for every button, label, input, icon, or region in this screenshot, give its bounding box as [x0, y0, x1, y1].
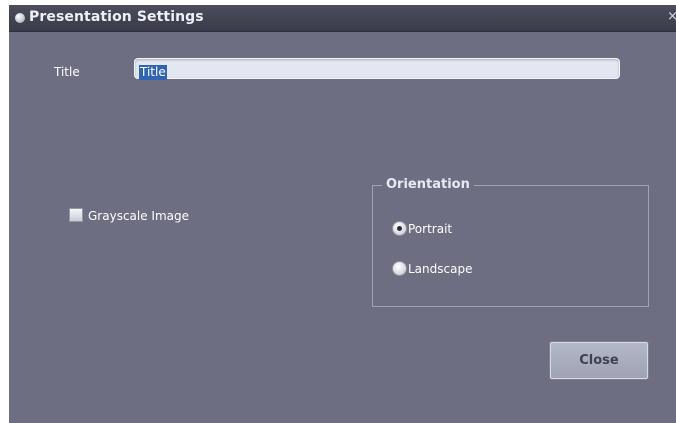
orientation-group-title: Orientation: [382, 177, 474, 192]
window-title: Presentation Settings: [29, 9, 204, 25]
title-bar[interactable]: Presentation Settings ×: [9, 5, 676, 32]
portrait-radio[interactable]: [392, 221, 407, 236]
title-input-value: Title: [139, 65, 167, 80]
landscape-radio[interactable]: [392, 261, 407, 276]
landscape-label[interactable]: Landscape: [408, 262, 472, 276]
close-icon[interactable]: ×: [667, 9, 676, 24]
grayscale-label[interactable]: Grayscale Image: [88, 209, 189, 223]
orientation-group: [372, 185, 649, 307]
radio-selected-dot: [397, 226, 402, 231]
title-label: Title: [54, 65, 80, 79]
presentation-settings-dialog: Presentation Settings × Title Title Gray…: [9, 5, 676, 423]
title-input[interactable]: Title: [134, 58, 620, 80]
grayscale-checkbox[interactable]: [69, 208, 83, 222]
close-button[interactable]: Close: [550, 342, 648, 379]
window-bullet-icon: [15, 13, 25, 23]
portrait-label[interactable]: Portrait: [408, 222, 452, 236]
